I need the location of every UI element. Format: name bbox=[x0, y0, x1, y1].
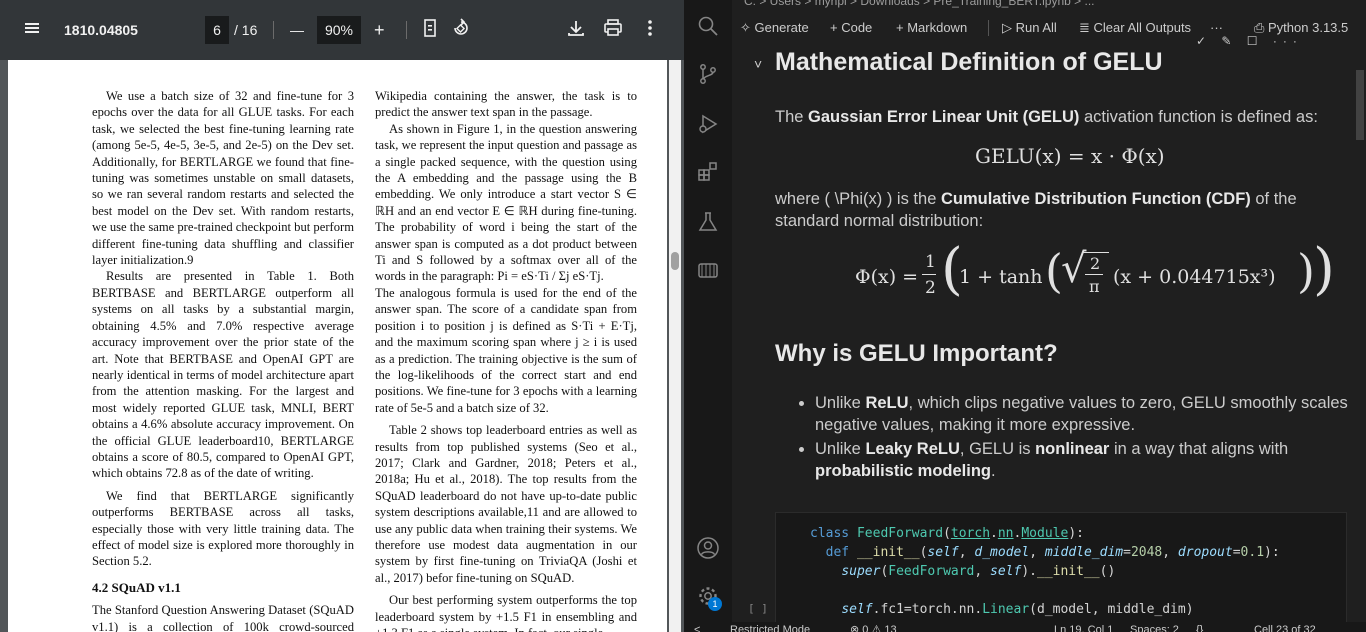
code-cell[interactable]: class FeedForward(torch.nn.Module): def … bbox=[775, 512, 1347, 632]
page-number-input[interactable]: 6 bbox=[205, 16, 229, 44]
paragraph: The Gaussian Error Linear Unit (GELU) ac… bbox=[775, 108, 1318, 126]
generate-button[interactable]: ✧ Generate bbox=[740, 16, 809, 40]
remote-indicator-icon[interactable]: < bbox=[694, 622, 700, 632]
status-bar: < Restricted Mode ⊗ 0 ⚠ 13 Ln 19, Col 1 … bbox=[684, 622, 1366, 632]
section-heading: 4.2 SQuAD v1.1 bbox=[92, 579, 181, 595]
account-icon[interactable] bbox=[696, 536, 720, 560]
document-title: 1810.04805 bbox=[64, 22, 138, 38]
sparkle-icon: ✧ bbox=[740, 20, 755, 35]
code-line: super(FeedForward, self).__init__() bbox=[841, 564, 1116, 579]
source-control-icon[interactable] bbox=[696, 62, 720, 86]
kernel-label: Python 3.13.5 bbox=[1268, 20, 1349, 35]
pdf-scrollbar-thumb[interactable] bbox=[671, 252, 679, 270]
remote-explorer-icon[interactable] bbox=[696, 258, 720, 282]
problems-indicator[interactable]: ⊗ 0 ⚠ 13 bbox=[850, 622, 897, 632]
hamburger-menu-icon[interactable] bbox=[22, 18, 46, 42]
gelu-equation: GELU(x) = x · Φ(x) bbox=[975, 144, 1165, 168]
code-line: class FeedForward(torch.nn.Module): bbox=[810, 526, 1084, 541]
pdf-viewer: 1810.04805 6 / 16 — 90% + We use a batch… bbox=[0, 0, 684, 632]
add-markdown-cell-button[interactable]: + Markdown bbox=[896, 16, 967, 40]
print-icon[interactable] bbox=[603, 18, 627, 42]
zoom-level-input[interactable]: 90% bbox=[317, 16, 361, 44]
paragraph: The Stanford Question Answering Dataset … bbox=[92, 603, 354, 632]
run-all-button[interactable]: ▷ Run All bbox=[1002, 16, 1057, 40]
heading-why-gelu: Why is GELU Important? bbox=[775, 340, 1058, 367]
zoom-in-button[interactable]: + bbox=[374, 16, 385, 44]
activity-bar: 1 bbox=[684, 0, 732, 632]
paragraph: Wikipedia containing the answer, the tas… bbox=[375, 89, 637, 120]
bullet-list: Unlike ReLU, which clips negative values… bbox=[775, 392, 1355, 484]
heading-gelu-definition: Mathematical Definition of GELU bbox=[775, 48, 1163, 76]
restricted-mode-indicator[interactable]: Restricted Mode bbox=[730, 622, 810, 632]
cell-toolbar-icons[interactable]: ✓ ✎ ☐ ··· bbox=[1196, 34, 1303, 48]
language-mode[interactable]: {} bbox=[1196, 622, 1203, 632]
run-debug-icon[interactable] bbox=[696, 112, 720, 136]
list-item: Unlike Leaky ReLU, GELU is nonlinear in … bbox=[815, 438, 1355, 482]
toolbar-divider bbox=[273, 21, 274, 39]
code-line: def __init__(self, d_model, middle_dim=2… bbox=[825, 545, 1280, 560]
paragraph: Table 2 shows top leaderboard entries as… bbox=[375, 423, 637, 585]
pdf-scrollbar[interactable] bbox=[669, 60, 681, 632]
add-code-cell-button[interactable]: + Code bbox=[830, 16, 872, 40]
clear-outputs-label: Clear All Outputs bbox=[1093, 20, 1192, 35]
rotate-icon[interactable] bbox=[451, 18, 475, 42]
paragraph: Results are presented in Table 1. Both B… bbox=[92, 269, 354, 481]
breadcrumb[interactable]: C: > Users > myhpl > Downloads > Pre_Tra… bbox=[744, 0, 1095, 8]
more-options-icon[interactable] bbox=[640, 18, 664, 42]
cursor-position[interactable]: Ln 19, Col 1 bbox=[1054, 622, 1113, 632]
page-total: / 16 bbox=[234, 22, 258, 38]
collapse-chevron-icon[interactable]: ˅ bbox=[754, 56, 762, 72]
paragraph: We use a batch size of 32 and fine-tune … bbox=[92, 89, 354, 268]
paragraph: where ( \Phi(x) ) is the Cumulative Dist… bbox=[775, 190, 1297, 230]
toolbar-divider bbox=[988, 20, 989, 36]
download-icon[interactable] bbox=[566, 18, 590, 42]
indentation[interactable]: Spaces: 2 bbox=[1130, 622, 1179, 632]
paragraph: We find that BERTLARGE significantly out… bbox=[92, 488, 354, 569]
list-item: Unlike ReLU, which clips negative values… bbox=[815, 392, 1355, 436]
paragraph: The analogous formula is used for the en… bbox=[375, 285, 637, 415]
pdf-toolbar: 1810.04805 6 / 16 — 90% + bbox=[0, 0, 684, 60]
editor-scrollbar-thumb[interactable] bbox=[1356, 70, 1364, 140]
search-icon[interactable] bbox=[696, 14, 720, 38]
clear-all-outputs-button[interactable]: ≣ Clear All Outputs bbox=[1079, 16, 1191, 40]
paragraph: Our best performing system outperforms t… bbox=[375, 593, 637, 632]
update-badge: 1 bbox=[708, 597, 722, 611]
fit-page-icon[interactable] bbox=[420, 18, 444, 42]
code-line: self.fc1=torch.nn.Linear(d_model, middle… bbox=[841, 602, 1194, 617]
run-all-label: Run All bbox=[1015, 20, 1057, 35]
left-column: We use a batch size of 32 and fine-tune … bbox=[92, 88, 354, 632]
toolbar-divider bbox=[406, 21, 407, 39]
right-column: Wikipedia containing the answer, the tas… bbox=[375, 88, 637, 632]
paragraph: As shown in Figure 1, in the question an… bbox=[375, 121, 637, 284]
testing-icon[interactable] bbox=[696, 210, 720, 234]
pdf-page: We use a batch size of 32 and fine-tune … bbox=[8, 60, 667, 632]
generate-label: Generate bbox=[754, 20, 809, 35]
kernel-icon: ⎙ bbox=[1254, 20, 1269, 35]
clear-icon: ≣ bbox=[1079, 20, 1094, 35]
zoom-out-button[interactable]: — bbox=[290, 16, 304, 44]
vscode-window: 1 C: > Users > myhpl > Downloads > Pre_T… bbox=[684, 0, 1366, 632]
extensions-icon[interactable] bbox=[696, 160, 720, 184]
cell-indicator[interactable]: Cell 23 of 32 bbox=[1254, 622, 1316, 632]
play-icon: ▷ bbox=[1002, 20, 1016, 35]
cdf-equation: Φ(x) = 1 2 ( 1 + tanh ( √ 2 π (x + 0.044… bbox=[855, 237, 1335, 302]
execution-count: [ ] bbox=[748, 602, 768, 615]
